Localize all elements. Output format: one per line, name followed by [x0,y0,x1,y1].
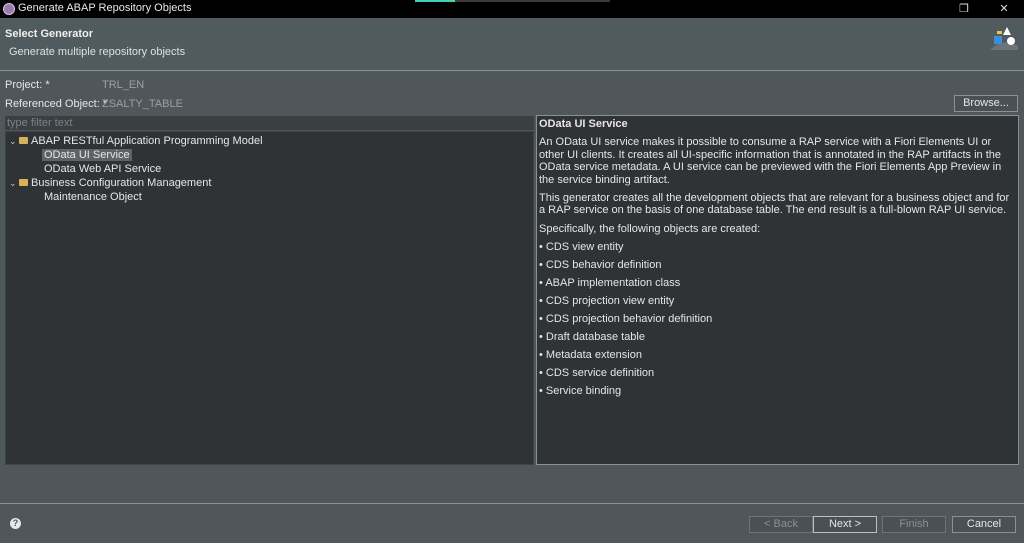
list-item: • CDS projection behavior definition [539,313,713,326]
tree-item-rap-model[interactable]: ⌄ ABAP RESTful Application Programming Mo… [9,135,263,148]
next-button[interactable]: Next > [813,516,877,533]
chevron-down-icon[interactable]: ⌄ [9,177,19,190]
taskbar-accent [415,0,455,2]
project-label: Project: * [5,79,50,91]
list-item: • Metadata extension [539,349,642,362]
tree-item-odata-web-api-service[interactable]: OData Web API Service [44,163,161,176]
close-window-icon[interactable]: ✕ [984,1,1024,17]
generator-description-panel: OData UI Service An OData UI service mak… [536,115,1019,465]
list-item: • Draft database table [539,331,645,344]
list-item: • ABAP implementation class [539,277,681,290]
list-item: • CDS service definition [539,367,655,380]
header-separator [0,70,1024,71]
help-icon[interactable]: ? [10,518,21,529]
list-item: • CDS behavior definition [539,259,662,272]
filter-input[interactable]: type filter text [5,116,534,130]
tree-item-maintenance-object[interactable]: Maintenance Object [44,191,142,204]
description-paragraph: An OData UI service makes it possible to… [539,136,1002,186]
tree-item-business-configuration[interactable]: ⌄ Business Configuration Management [9,177,211,190]
browse-button[interactable]: Browse... [954,95,1018,112]
page-title: Select Generator [5,28,94,40]
tree-item-odata-ui-service[interactable]: OData UI Service [42,149,132,162]
referenced-object-label: Referenced Object: * [5,98,108,110]
generator-tree[interactable]: ⌄ ABAP RESTful Application Programming Mo… [5,131,534,465]
description-paragraph: This generator creates all the developme… [539,192,1010,217]
list-item: • Service binding [539,385,622,398]
back-button[interactable]: < Back [749,516,813,533]
description-title: OData UI Service [539,118,628,130]
page-subtitle: Generate multiple repository objects [9,46,186,58]
restore-window-icon[interactable]: ❐ [944,1,984,17]
window-title-bar: Generate ABAP Repository Objects ❐ ✕ [0,0,1024,18]
referenced-object-field[interactable]: ZSALTY_TABLE [102,98,183,110]
wizard-header: Select Generator Generate multiple repos… [0,18,1024,70]
cancel-button[interactable]: Cancel [952,516,1016,533]
list-item: • CDS view entity [539,241,624,254]
project-field[interactable]: TRL_EN [102,79,144,91]
folder-icon [19,179,28,186]
list-item: • CDS projection view entity [539,295,675,308]
taskbar-accent-dark [455,0,610,2]
folder-icon [19,137,28,144]
chevron-down-icon[interactable]: ⌄ [9,135,19,148]
footer-separator [0,503,1024,504]
eclipse-app-icon [3,3,15,15]
description-paragraph: Specifically, the following objects are … [539,222,761,235]
finish-button[interactable]: Finish [882,516,946,533]
wizard-banner-icon [990,27,1018,50]
window-title: Generate ABAP Repository Objects [18,2,192,14]
